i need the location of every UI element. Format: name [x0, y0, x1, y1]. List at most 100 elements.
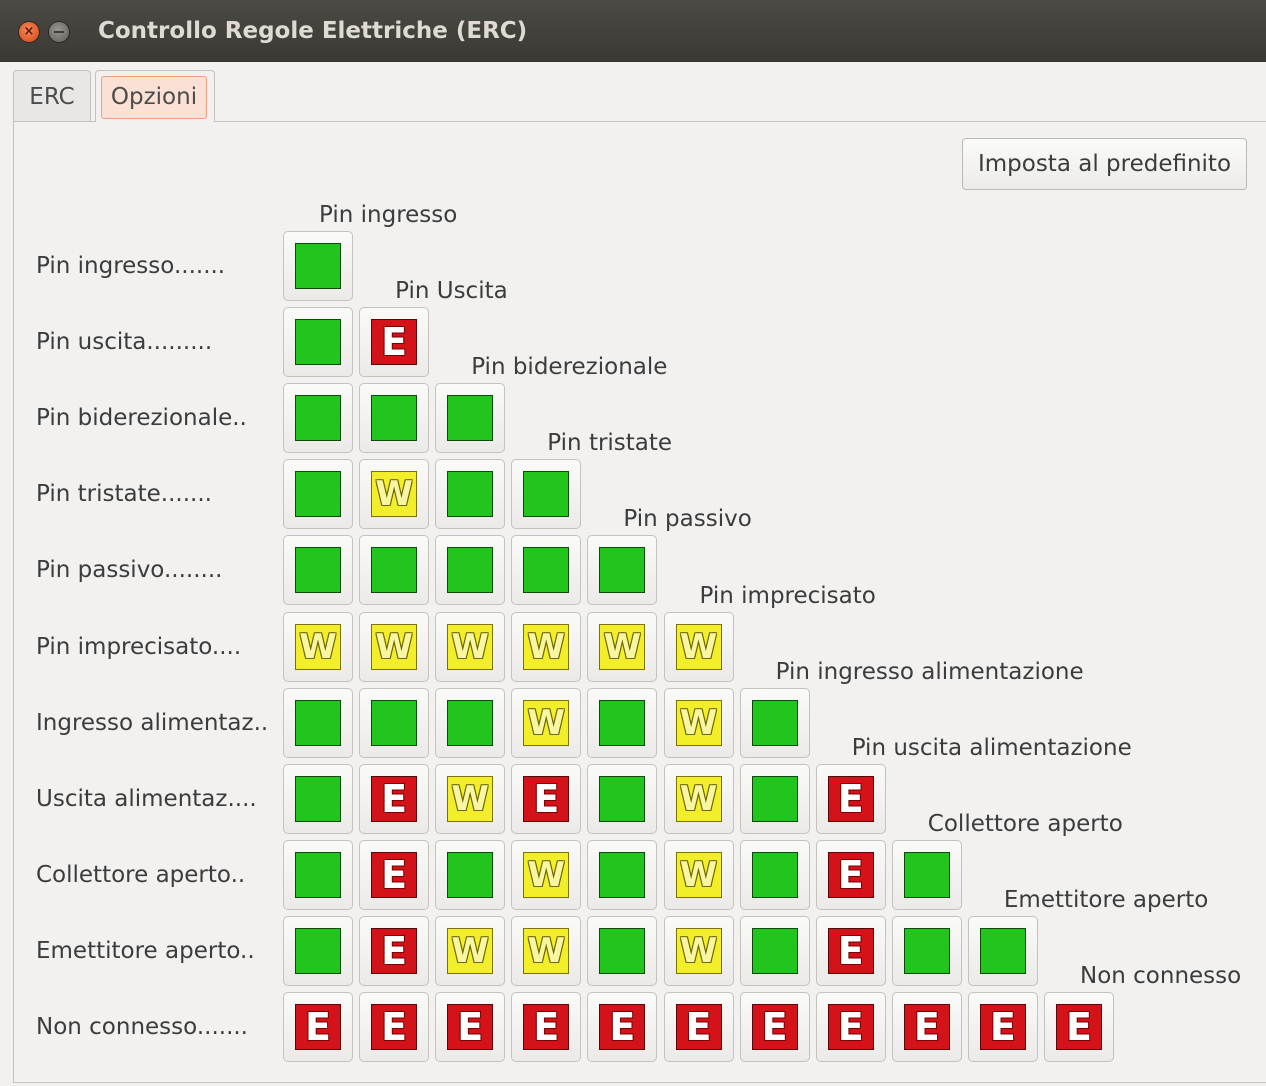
error-status-icon: E: [371, 927, 418, 974]
erc-cell-power-input-bidirectional[interactable]: [435, 687, 506, 758]
row-label-output: Pin uscita.........: [36, 329, 213, 356]
reset-default-button[interactable]: Imposta al predefinito: [962, 138, 1247, 190]
erc-cell-open-emitter-input[interactable]: [283, 915, 353, 986]
erc-cell-power-output-output[interactable]: E: [359, 763, 430, 834]
erc-cell-not-connected-input[interactable]: E: [283, 992, 353, 1062]
erc-cell-bidirectional-bidirectional[interactable]: [435, 383, 506, 454]
erc-cell-unspecified-passive[interactable]: W: [587, 611, 658, 682]
error-status-icon: E: [599, 1004, 646, 1050]
erc-cell-power-output-power-input[interactable]: [739, 763, 810, 834]
erc-cell-power-input-tristate[interactable]: W: [511, 687, 582, 758]
minimize-icon[interactable]: [49, 22, 69, 42]
erc-cell-passive-output[interactable]: [359, 535, 430, 606]
erc-cell-not-connected-power-input[interactable]: E: [739, 992, 810, 1062]
erc-cell-not-connected-passive[interactable]: E: [587, 992, 658, 1062]
warning-glyph: W: [451, 930, 489, 971]
erc-cell-not-connected-output[interactable]: E: [359, 992, 430, 1062]
erc-cell-open-emitter-bidirectional[interactable]: W: [435, 915, 506, 986]
erc-cell-open-emitter-power-output[interactable]: E: [815, 915, 886, 986]
error-glyph: E: [837, 776, 864, 821]
erc-cell-power-output-unspecified[interactable]: W: [663, 763, 734, 834]
erc-cell-power-output-bidirectional[interactable]: W: [435, 763, 506, 834]
close-icon[interactable]: ×: [19, 22, 39, 42]
erc-cell-power-input-passive[interactable]: [587, 687, 658, 758]
erc-cell-output-output[interactable]: E: [359, 307, 430, 378]
ok-status-icon: [599, 851, 646, 898]
error-status-icon: E: [371, 1004, 418, 1050]
erc-cell-bidirectional-input[interactable]: [283, 383, 353, 454]
erc-cell-not-connected-tristate[interactable]: E: [511, 992, 582, 1062]
erc-cell-tristate-input[interactable]: [283, 459, 353, 530]
erc-cell-power-input-power-input[interactable]: [739, 687, 810, 758]
tab-opzioni[interactable]: Opzioni: [95, 70, 215, 122]
erc-cell-power-input-output[interactable]: [359, 687, 430, 758]
row-label-not-connected: Non connesso.......: [36, 1014, 248, 1040]
erc-cell-passive-bidirectional[interactable]: [435, 535, 506, 606]
erc-cell-not-connected-unspecified[interactable]: E: [663, 992, 734, 1062]
warning-glyph: W: [299, 626, 337, 667]
erc-cell-not-connected-open-collector[interactable]: E: [891, 992, 962, 1062]
erc-cell-open-collector-tristate[interactable]: W: [511, 839, 582, 910]
ok-status-icon: [371, 395, 418, 442]
ok-status-icon: [447, 395, 494, 442]
erc-cell-not-connected-bidirectional[interactable]: E: [435, 992, 506, 1062]
erc-cell-open-emitter-tristate[interactable]: W: [511, 915, 582, 986]
erc-cell-unspecified-bidirectional[interactable]: W: [435, 611, 506, 682]
error-glyph: E: [381, 852, 408, 897]
erc-cell-not-connected-power-output[interactable]: E: [815, 992, 886, 1062]
erc-cell-unspecified-tristate[interactable]: W: [511, 611, 582, 682]
error-status-icon: E: [1056, 1004, 1102, 1050]
erc-cell-power-input-input[interactable]: [283, 687, 353, 758]
erc-cell-open-emitter-passive[interactable]: [587, 915, 658, 986]
erc-cell-not-connected-open-emitter[interactable]: E: [967, 992, 1038, 1062]
erc-cell-open-emitter-output[interactable]: E: [359, 915, 430, 986]
warning-status-icon: W: [523, 623, 570, 670]
row-label-power-input: Ingresso alimentaz..: [36, 709, 269, 736]
warning-status-icon: W: [447, 927, 494, 974]
erc-cell-tristate-output[interactable]: W: [359, 459, 430, 530]
erc-cell-tristate-tristate[interactable]: [511, 459, 582, 530]
erc-cell-unspecified-input[interactable]: W: [283, 611, 353, 682]
erc-cell-unspecified-unspecified[interactable]: W: [663, 611, 734, 682]
erc-cell-passive-tristate[interactable]: [511, 535, 582, 606]
erc-cell-open-collector-input[interactable]: [283, 839, 353, 910]
erc-cell-bidirectional-output[interactable]: [359, 383, 430, 454]
erc-cell-open-collector-power-input[interactable]: [739, 839, 810, 910]
column-label-tristate: Pin tristate: [547, 430, 673, 457]
error-status-icon: E: [827, 851, 874, 898]
erc-cell-open-collector-output[interactable]: E: [359, 839, 430, 910]
erc-cell-open-collector-open-collector[interactable]: [891, 839, 962, 910]
erc-cell-open-collector-power-output[interactable]: E: [815, 839, 886, 910]
ok-status-icon: [295, 471, 341, 518]
error-status-icon: E: [827, 1004, 874, 1050]
erc-cell-passive-input[interactable]: [283, 535, 353, 606]
erc-cell-output-input[interactable]: [283, 307, 353, 378]
erc-cell-power-output-tristate[interactable]: E: [511, 763, 582, 834]
ok-status-icon: [447, 547, 494, 594]
erc-cell-power-output-power-output[interactable]: E: [815, 763, 886, 834]
error-status-icon: E: [371, 319, 418, 366]
row-label-power-output: Uscita alimentaz....: [36, 785, 257, 812]
column-label-unspecified: Pin imprecisato: [699, 582, 876, 609]
warning-status-icon: W: [447, 775, 494, 822]
erc-cell-open-emitter-unspecified[interactable]: W: [663, 915, 734, 986]
erc-cell-open-collector-bidirectional[interactable]: [435, 839, 506, 910]
erc-cell-open-emitter-power-input[interactable]: [739, 915, 810, 986]
tab-erc[interactable]: ERC: [13, 70, 91, 122]
error-glyph: E: [381, 1005, 408, 1049]
erc-cell-power-output-input[interactable]: [283, 763, 353, 834]
erc-cell-power-input-unspecified[interactable]: W: [663, 687, 734, 758]
erc-cell-tristate-bidirectional[interactable]: [435, 459, 506, 530]
warning-glyph: W: [603, 626, 642, 667]
erc-cell-passive-passive[interactable]: [587, 535, 658, 606]
error-glyph: E: [989, 1005, 1016, 1049]
erc-cell-unspecified-output[interactable]: W: [359, 611, 430, 682]
erc-cell-open-collector-passive[interactable]: [587, 839, 658, 910]
erc-cell-not-connected-not-connected[interactable]: E: [1044, 992, 1114, 1062]
erc-cell-open-emitter-open-collector[interactable]: [891, 915, 962, 986]
erc-cell-input-input[interactable]: [283, 231, 353, 301]
erc-cell-open-collector-unspecified[interactable]: W: [663, 839, 734, 910]
erc-cell-power-output-passive[interactable]: [587, 763, 658, 834]
ok-status-icon: [599, 775, 646, 822]
erc-cell-open-emitter-open-emitter[interactable]: [967, 915, 1038, 986]
